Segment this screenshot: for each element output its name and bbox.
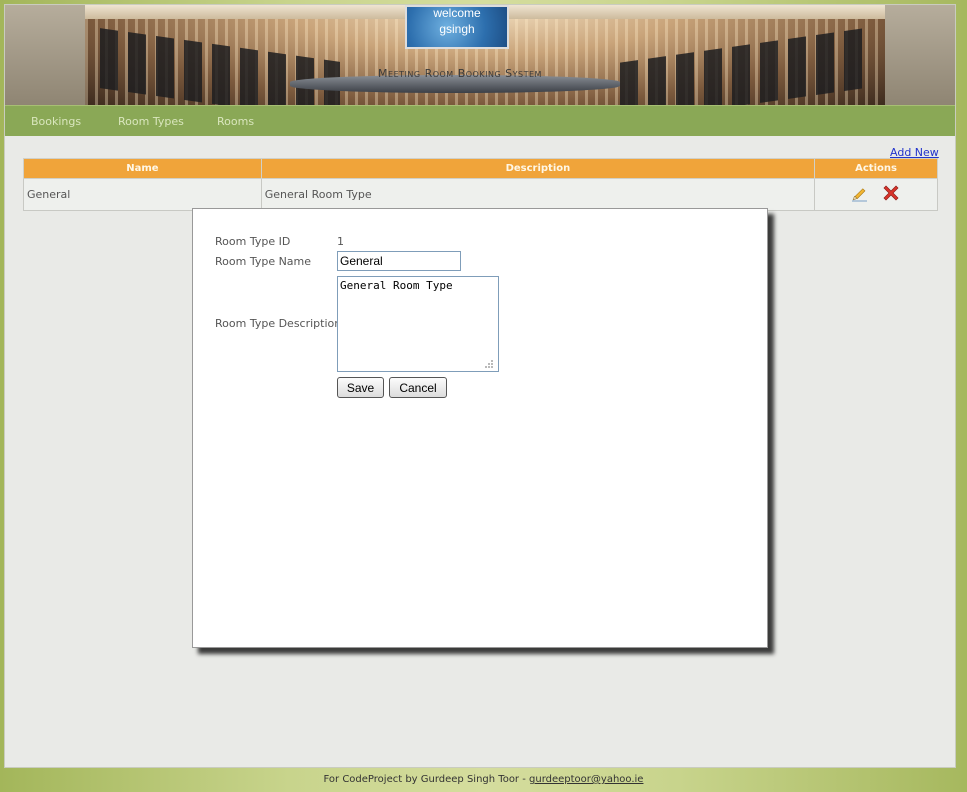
delete-icon[interactable] (881, 183, 901, 206)
edit-room-type-dialog: Room Type ID 1 Room Type Name Room Type … (192, 208, 768, 648)
resize-grip-icon[interactable] (484, 359, 494, 369)
room-type-description-label: Room Type Description (215, 317, 342, 330)
edit-icon[interactable] (851, 184, 869, 205)
welcome-text: welcome gsingh (405, 5, 509, 37)
column-header-actions: Actions (814, 158, 938, 179)
username: gsingh (439, 22, 475, 36)
cell-description: General Room Type (260, 178, 816, 211)
column-header-description[interactable]: Description (260, 158, 816, 179)
table-row: General General Room Type (23, 178, 938, 211)
room-type-id-label: Room Type ID (215, 235, 291, 248)
save-button[interactable]: Save (337, 377, 384, 398)
cancel-button[interactable]: Cancel (389, 377, 447, 398)
nav-item-bookings[interactable]: Bookings (31, 115, 81, 128)
table-header-row: Name Description Actions (23, 158, 938, 179)
column-header-name[interactable]: Name (23, 158, 262, 179)
welcome-line: welcome (433, 6, 481, 20)
nav-item-rooms[interactable]: Rooms (217, 115, 254, 128)
room-type-id-value: 1 (337, 235, 344, 248)
room-types-table: Name Description Actions General General… (23, 158, 938, 211)
nav-item-room-types[interactable]: Room Types (118, 115, 184, 128)
room-type-name-label: Room Type Name (215, 255, 312, 268)
room-type-description-textarea[interactable]: General Room Type (337, 276, 499, 372)
footer-email-link[interactable]: gurdeeptoor@yahoo.ie (529, 774, 643, 785)
header-banner: welcome gsingh Meeting Room Booking Syst… (5, 5, 955, 105)
main-nav: Bookings Room Types Rooms (5, 105, 955, 136)
cell-actions (814, 178, 938, 211)
cell-name: General (23, 178, 262, 211)
room-type-name-input[interactable] (337, 251, 461, 271)
site-title: Meeting Room Booking System (378, 67, 542, 80)
footer: For CodeProject by Gurdeep Singh Toor - … (0, 774, 967, 785)
footer-text: For CodeProject by Gurdeep Singh Toor - (323, 774, 530, 785)
